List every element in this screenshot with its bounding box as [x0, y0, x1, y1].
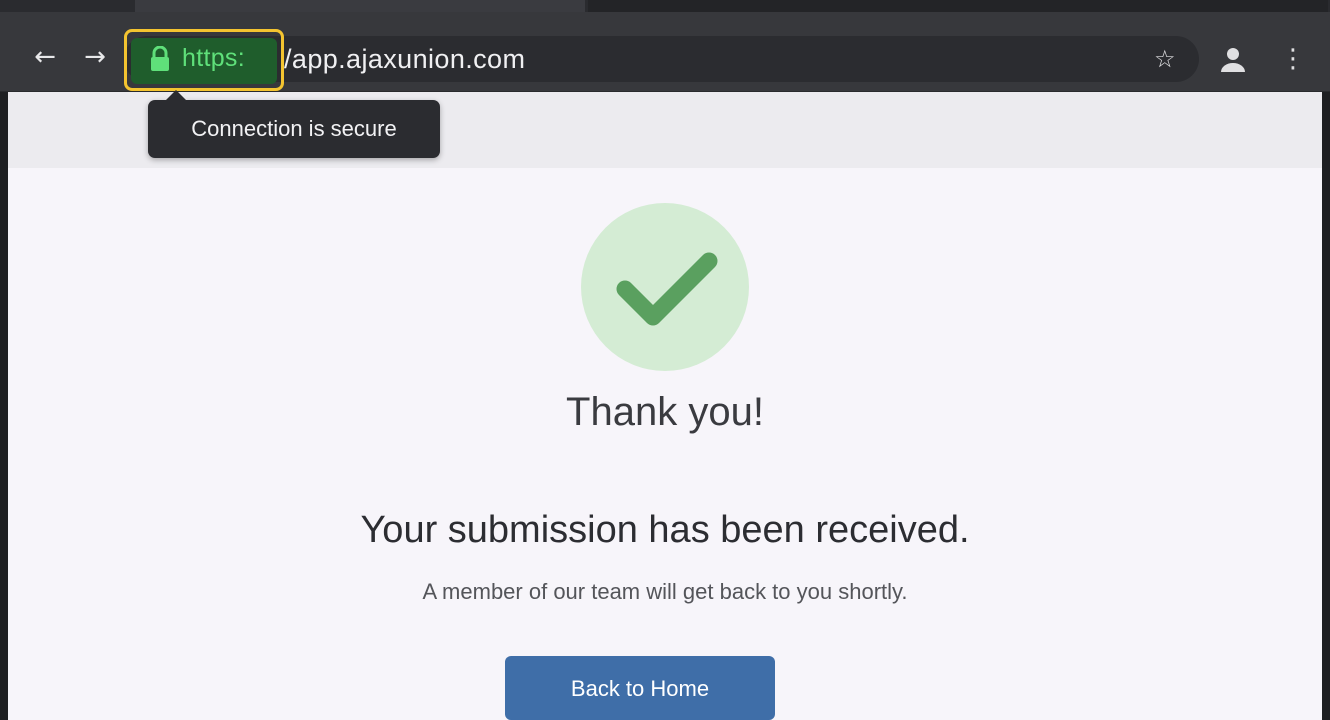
url-host[interactable]: /app.ajaxunion.com	[284, 44, 525, 75]
lock-icon	[151, 46, 169, 71]
checkmark-icon	[616, 252, 718, 326]
back-to-home-button[interactable]: Back to Home	[505, 656, 775, 720]
back-button[interactable]: ←	[30, 42, 60, 72]
profile-icon[interactable]	[1218, 44, 1248, 74]
success-badge	[581, 203, 749, 371]
follow-up-note: A member of our team will get back to yo…	[422, 579, 908, 604]
tab-strip	[0, 0, 1330, 28]
thank-you-title: Thank you!	[566, 390, 764, 434]
arrow-left-icon: ←	[34, 42, 56, 72]
submission-headline: Your submission has been received.	[360, 509, 970, 551]
web-page: Thank you! Your submission has been rece…	[8, 92, 1322, 720]
url-scheme: https:	[182, 44, 245, 72]
screen: ← → https: /app.ajaxunion.com ☆ ⋮ Thank …	[0, 0, 1330, 720]
bookmark-star-icon[interactable]: ☆	[1154, 44, 1176, 74]
connection-tooltip: Connection is secure	[148, 90, 440, 158]
tab-background	[135, 0, 585, 12]
forward-button[interactable]: →	[80, 42, 110, 72]
more-vertical-icon[interactable]: ⋮	[1280, 44, 1306, 74]
arrow-right-icon: →	[84, 42, 106, 72]
